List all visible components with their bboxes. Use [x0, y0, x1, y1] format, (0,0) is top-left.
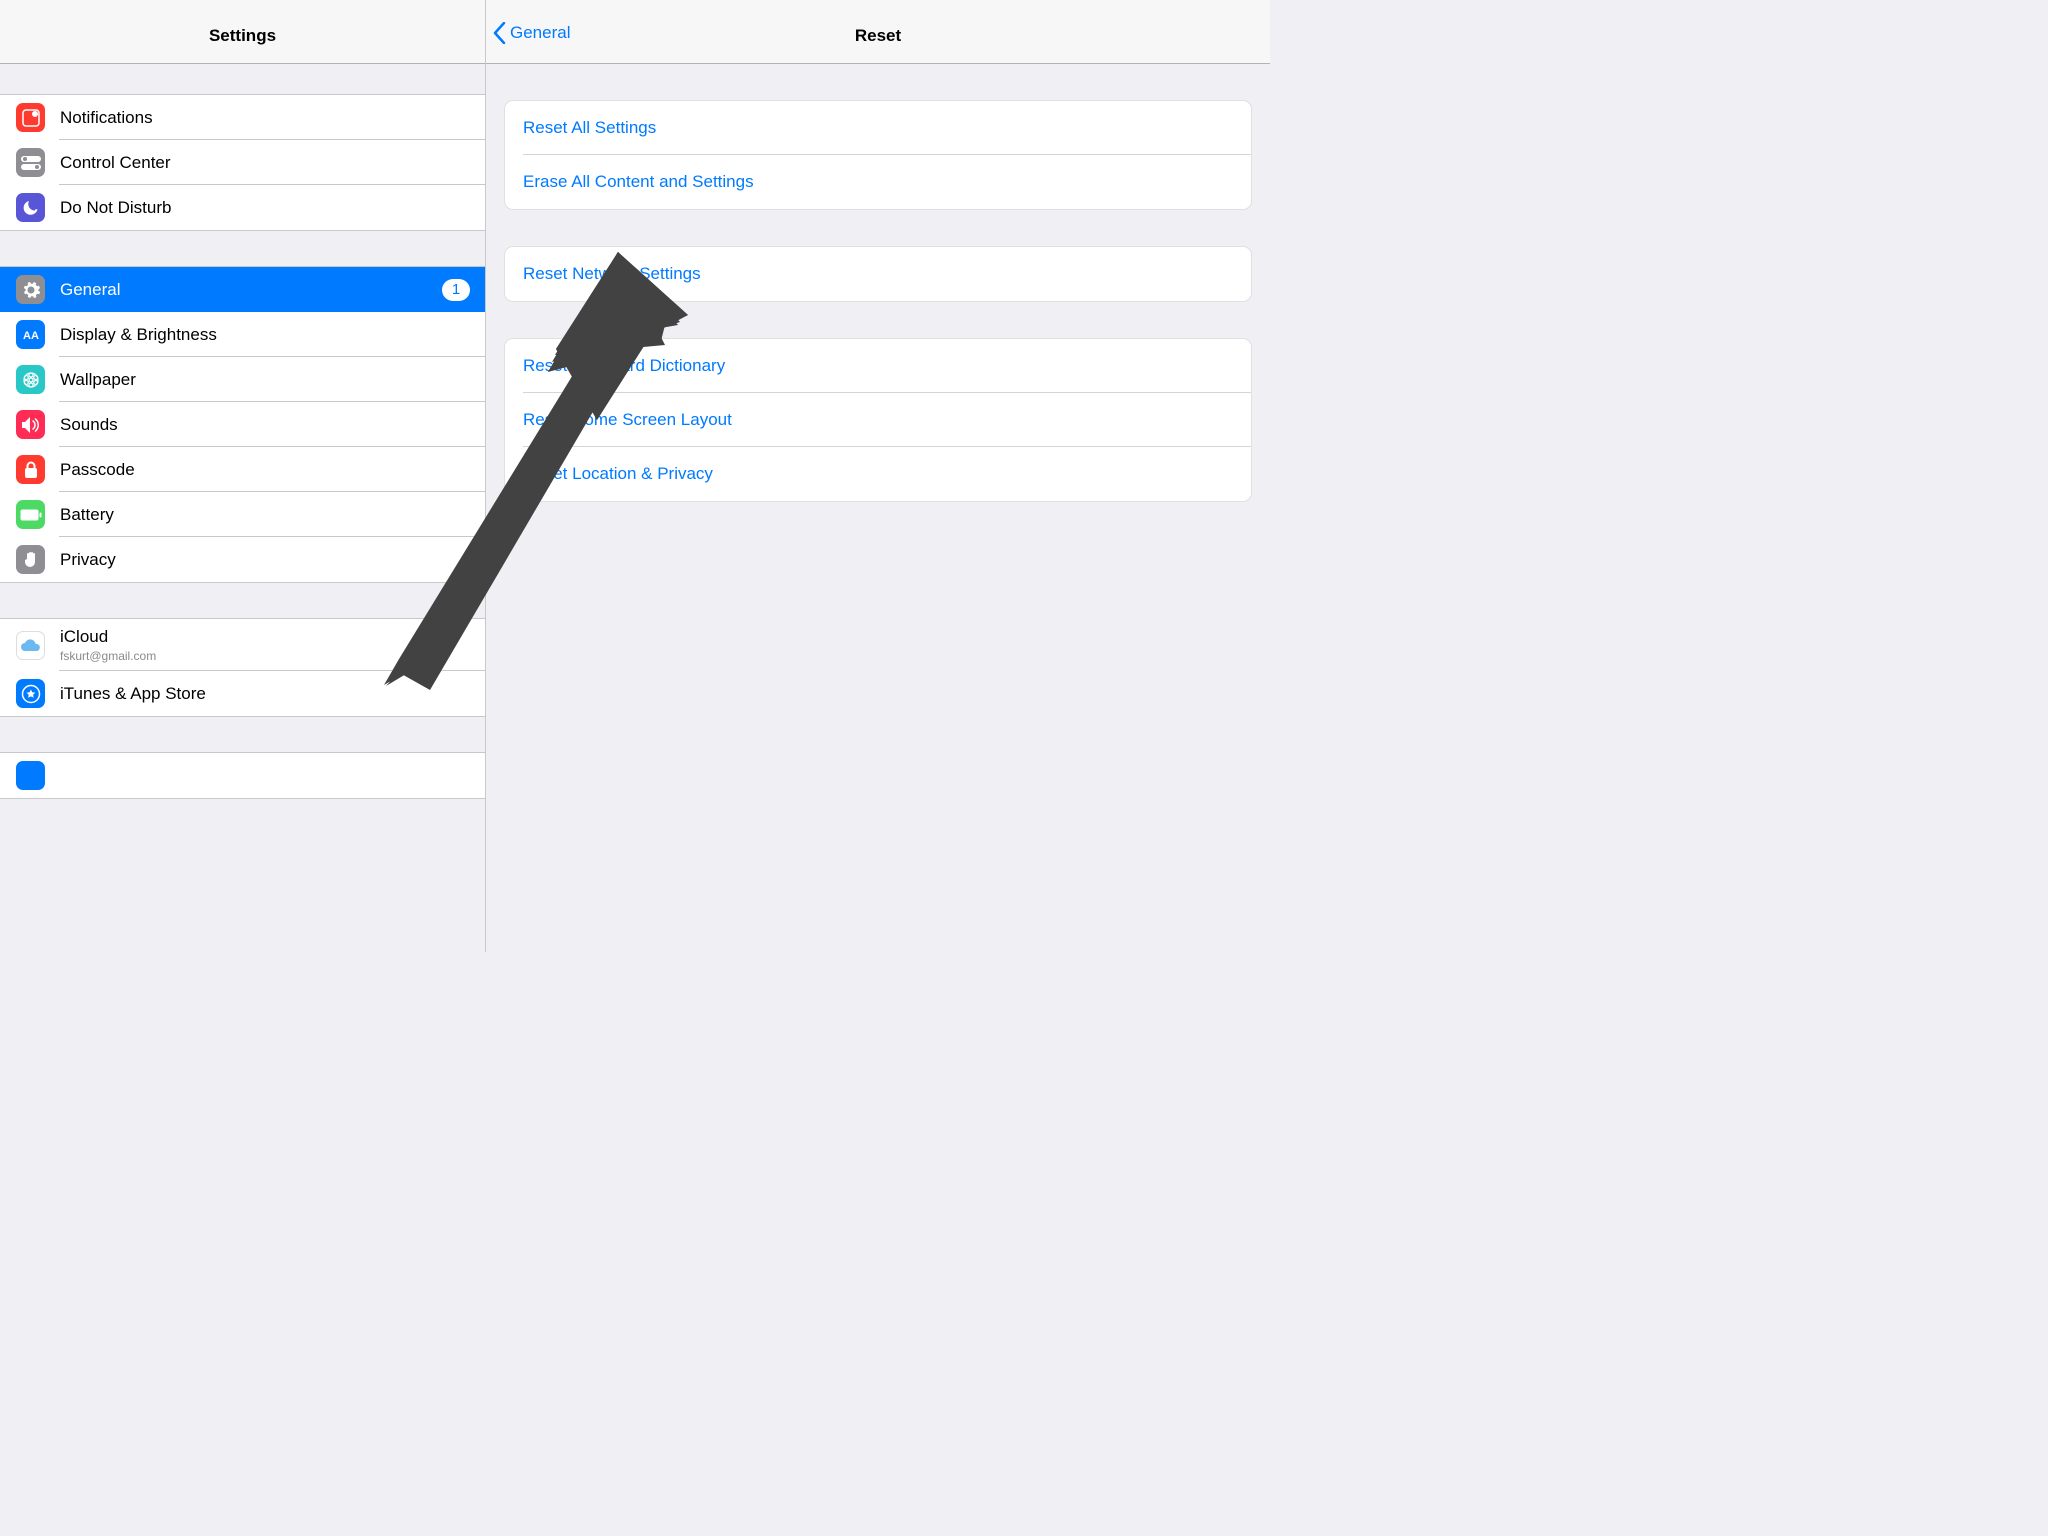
sidebar-item-privacy[interactable]: Privacy [0, 537, 485, 582]
icloud-icon [16, 631, 45, 660]
reset-option-label: Reset All Settings [523, 118, 656, 138]
reset-group-1: Reset All Settings Erase All Content and… [504, 100, 1252, 210]
control-center-icon [16, 148, 45, 177]
sidebar-item-label: General [60, 280, 442, 300]
sidebar-group-next [0, 752, 485, 799]
sidebar-item-label: Battery [60, 505, 470, 525]
sidebar-group-general: General 1 AA Display & Brightness Wallpa… [0, 266, 485, 583]
sidebar-item-label: Sounds [60, 415, 470, 435]
sidebar-item-general[interactable]: General 1 [0, 267, 485, 312]
reset-group-2: Reset Network Settings [504, 246, 1252, 302]
reset-group-3: Reset Keyboard Dictionary Reset Home Scr… [504, 338, 1252, 502]
reset-location-privacy[interactable]: Reset Location & Privacy [505, 447, 1251, 501]
sidebar-navbar: Settings [0, 0, 485, 64]
sidebar-item-do-not-disturb[interactable]: Do Not Disturb [0, 185, 485, 230]
sidebar-item-label: Wallpaper [60, 370, 470, 390]
sidebar-item-battery[interactable]: Battery [0, 492, 485, 537]
moon-icon [16, 193, 45, 222]
sounds-icon [16, 410, 45, 439]
app-store-icon [16, 679, 45, 708]
notifications-icon [16, 103, 45, 132]
sidebar-item-badge: 1 [442, 279, 470, 301]
reset-network-settings[interactable]: Reset Network Settings [505, 247, 1251, 301]
sidebar-item-next[interactable] [0, 753, 485, 798]
sidebar-item-wallpaper[interactable]: Wallpaper [0, 357, 485, 402]
svg-text:AA: AA [23, 330, 39, 342]
sidebar-item-sounds[interactable]: Sounds [0, 402, 485, 447]
sidebar-item-itunes-app-store[interactable]: iTunes & App Store [0, 671, 485, 716]
sidebar-item-label: Passcode [60, 460, 470, 480]
detail-title: Reset [486, 26, 1270, 46]
sidebar-group-notifications: Notifications Control Center Do Not Dist… [0, 94, 485, 231]
sidebar-item-notifications[interactable]: Notifications [0, 95, 485, 140]
hand-icon [16, 545, 45, 574]
sidebar-item-passcode[interactable]: Passcode [0, 447, 485, 492]
reset-option-label: Erase All Content and Settings [523, 172, 754, 192]
sidebar-item-sublabel: fskurt@gmail.com [60, 649, 156, 663]
reset-option-label: Reset Location & Privacy [523, 464, 713, 484]
reset-keyboard-dictionary[interactable]: Reset Keyboard Dictionary [505, 339, 1251, 393]
reset-option-label: Reset Keyboard Dictionary [523, 356, 725, 376]
generic-icon [16, 761, 45, 790]
battery-settings-icon [16, 500, 45, 529]
sidebar-item-label: Privacy [60, 550, 470, 570]
detail-pane: General Reset Reset All Settings Erase A… [486, 0, 1270, 952]
reset-all-settings[interactable]: Reset All Settings [505, 101, 1251, 155]
reset-option-label: Reset Network Settings [523, 264, 701, 284]
settings-sidebar: Settings Wi-Fi superhero Bluetooth [0, 0, 486, 952]
sidebar-group-accounts: iCloud fskurt@gmail.com iTunes & App Sto… [0, 618, 485, 717]
wallpaper-icon [16, 365, 45, 394]
sidebar-item-label: Display & Brightness [60, 325, 470, 345]
sidebar-title: Settings [0, 26, 485, 46]
reset-home-screen-layout[interactable]: Reset Home Screen Layout [505, 393, 1251, 447]
reset-option-label: Reset Home Screen Layout [523, 410, 732, 430]
lock-icon [16, 455, 45, 484]
sidebar-item-label: Notifications [60, 108, 470, 128]
display-icon: AA [16, 320, 45, 349]
erase-all-content[interactable]: Erase All Content and Settings [505, 155, 1251, 209]
detail-navbar: General Reset [486, 0, 1270, 64]
sidebar-item-label: iTunes & App Store [60, 684, 470, 704]
sidebar-item-label: iCloud [60, 627, 156, 647]
sidebar-item-icloud[interactable]: iCloud fskurt@gmail.com [0, 619, 485, 671]
sidebar-item-label: Do Not Disturb [60, 198, 470, 218]
sidebar-item-label: Control Center [60, 153, 470, 173]
sidebar-item-display-brightness[interactable]: AA Display & Brightness [0, 312, 485, 357]
sidebar-item-control-center[interactable]: Control Center [0, 140, 485, 185]
gear-icon [16, 275, 45, 304]
